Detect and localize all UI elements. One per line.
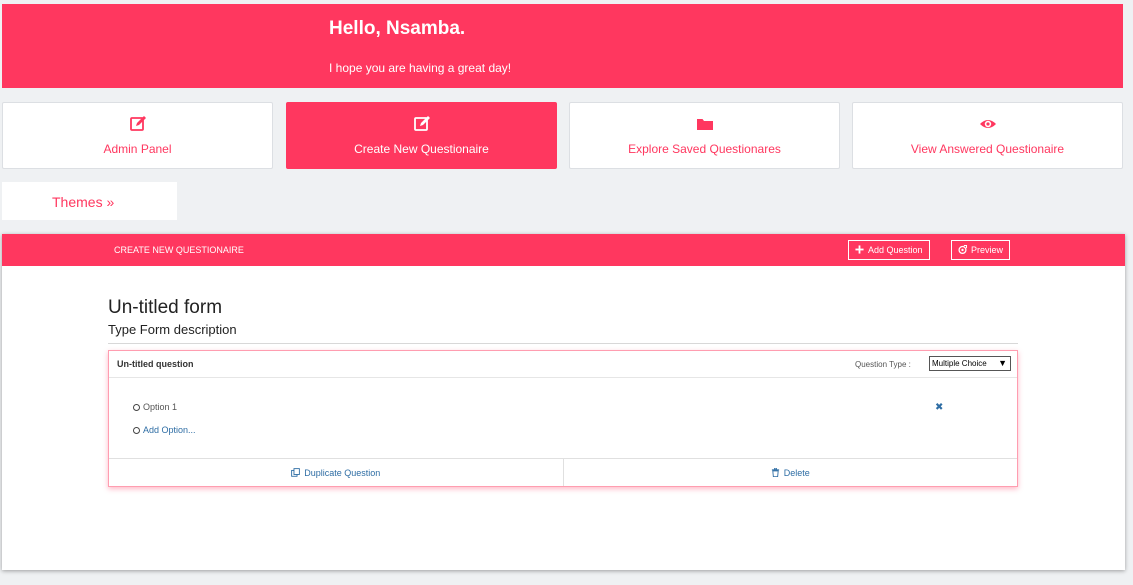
nav-card-label: Explore Saved Questionares	[628, 142, 781, 156]
nav-card-label: Create New Questionaire	[354, 142, 489, 156]
question-card: Un-titled question Question Type : Multi…	[108, 350, 1018, 487]
trash-icon	[771, 468, 779, 477]
eye-icon	[979, 120, 996, 128]
question-header: Un-titled question Question Type : Multi…	[109, 351, 1017, 378]
duplicate-question-button[interactable]: Duplicate Question	[109, 459, 563, 486]
option-label[interactable]: Option 1	[143, 402, 177, 412]
nav-card-create-questionaire[interactable]: Create New Questionaire	[286, 102, 557, 169]
greeting-heading: Hello, Nsamba.	[329, 18, 466, 39]
add-option-link[interactable]: Add Option...	[143, 425, 196, 435]
option-item[interactable]: Option 1	[133, 402, 177, 412]
greeting-subtitle: I hope you are having a great day!	[329, 61, 512, 75]
panel-title: CREATE NEW QUESTIONAIRE	[114, 245, 244, 255]
panel-header: CREATE NEW QUESTIONAIRE Add Question Pre…	[2, 234, 1125, 266]
welcome-banner: Hello, Nsamba. I hope you are having a g…	[2, 4, 1123, 88]
nav-card-label: Admin Panel	[103, 142, 172, 156]
delete-label: Delete	[783, 468, 810, 478]
delete-question-button[interactable]: Delete	[562, 459, 1018, 486]
preview-button[interactable]: Preview	[951, 240, 1011, 260]
question-type-select[interactable]: Multiple Choice ▼	[929, 356, 1011, 371]
preview-label: Preview	[971, 245, 1004, 255]
nav-card-admin-panel[interactable]: Admin Panel	[2, 102, 273, 169]
add-question-label: Add Question	[868, 245, 923, 255]
dropdown-arrow-icon: ▼	[998, 358, 1007, 368]
nav-card-explore-saved[interactable]: Explore Saved Questionares	[569, 102, 840, 169]
remove-option-icon[interactable]: ✖	[935, 402, 943, 413]
question-type-label: Question Type :	[855, 360, 911, 369]
edit-icon	[413, 116, 430, 131]
themes-link[interactable]: Themes »	[2, 182, 177, 220]
question-title[interactable]: Un-titled question	[117, 359, 194, 369]
divider	[108, 343, 1018, 344]
nav-card-view-answered[interactable]: View Answered Questionaire	[852, 102, 1123, 169]
form-description[interactable]: Type Form description	[108, 322, 237, 337]
add-question-button[interactable]: Add Question	[848, 240, 930, 260]
radio-icon	[133, 403, 140, 411]
nav-card-label: View Answered Questionaire	[910, 142, 1065, 156]
form-title[interactable]: Un-titled form	[108, 297, 222, 319]
preview-icon	[958, 245, 967, 254]
copy-icon	[291, 468, 301, 477]
duplicate-question-label: Duplicate Question	[304, 468, 381, 478]
create-questionaire-panel: CREATE NEW QUESTIONAIRE Add Question Pre…	[2, 234, 1125, 570]
question-type-value: Multiple Choice	[932, 359, 987, 368]
plus-icon	[855, 245, 864, 254]
edit-icon	[129, 116, 146, 131]
question-footer: Duplicate Question Delete	[109, 458, 1017, 486]
radio-icon	[133, 426, 140, 434]
folder-icon	[696, 119, 713, 130]
add-option-item[interactable]: Add Option...	[133, 425, 196, 435]
